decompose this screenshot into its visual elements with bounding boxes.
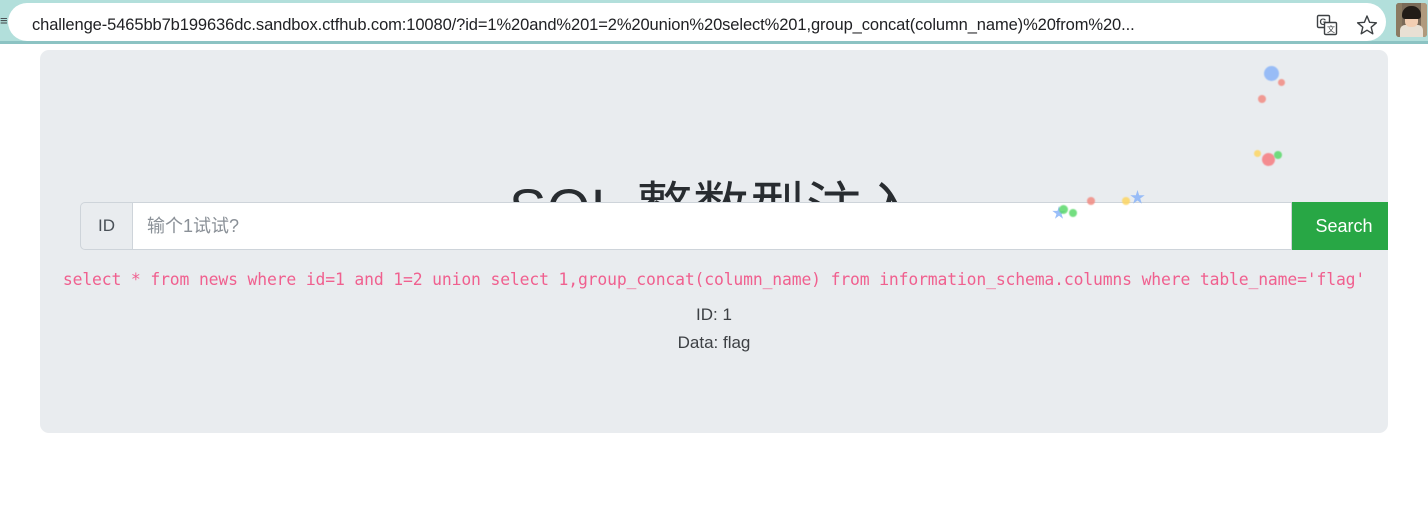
result-id-line: ID: 1 <box>696 305 732 324</box>
url-text[interactable]: challenge-5465bb7b199636dc.sandbox.ctfhu… <box>32 12 1302 38</box>
page-body: SQL 整数型注入 ID Search select * from news w… <box>0 44 1428 530</box>
address-bar[interactable]: challenge-5465bb7b199636dc.sandbox.ctfhu… <box>8 3 1386 41</box>
particle-red-small-a <box>1278 79 1285 86</box>
svg-text:文: 文 <box>1327 24 1335 34</box>
id-input[interactable] <box>132 202 1292 250</box>
profile-avatar[interactable] <box>1396 3 1427 37</box>
search-form: ID Search <box>80 202 1388 250</box>
particle-green-c <box>1069 209 1077 217</box>
particle-green-b <box>1059 205 1068 214</box>
avatar-hair <box>1402 6 1421 19</box>
jumbotron: SQL 整数型注入 ID Search select * from news w… <box>40 50 1388 433</box>
particle-yellow-b <box>1122 197 1130 205</box>
bookmark-star-icon[interactable] <box>1356 14 1378 36</box>
result-data-line: Data: flag <box>677 333 751 352</box>
particle-red-small-b <box>1258 95 1266 103</box>
search-button[interactable]: Search <box>1292 202 1388 250</box>
translate-icon[interactable]: G 文 <box>1316 14 1338 36</box>
particle-blue-large <box>1264 66 1279 81</box>
particle-green-a <box>1274 151 1282 159</box>
browser-chrome: ≡ challenge-5465bb7b199636dc.sandbox.ctf… <box>0 0 1428 44</box>
sql-query-text: select * from news where id=1 and 1=2 un… <box>62 270 1366 289</box>
id-prepend-label: ID <box>80 202 132 250</box>
particle-yellow-a <box>1254 150 1261 157</box>
particle-red-small-c <box>1087 197 1095 205</box>
